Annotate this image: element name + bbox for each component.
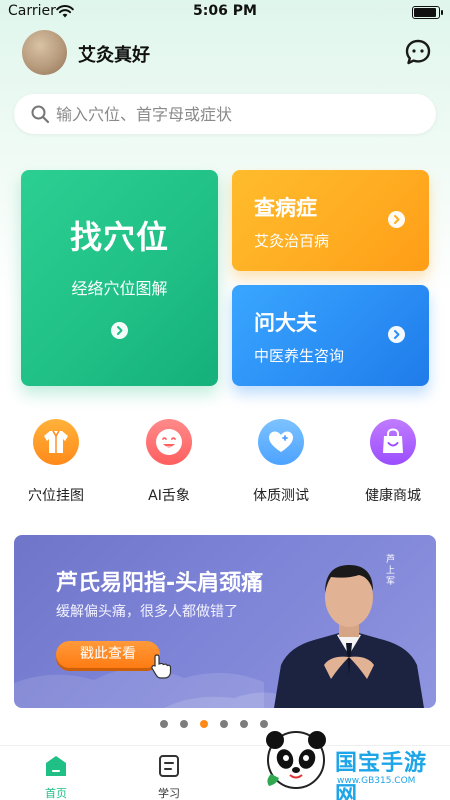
quick-action-health-mall[interactable]: 健康商城 — [348, 419, 438, 509]
quick-action-label: 体质测试 — [253, 488, 309, 504]
panda-logo — [266, 731, 326, 789]
search-bar[interactable] — [14, 94, 436, 134]
carousel-dot[interactable] — [180, 720, 188, 728]
shopping-bag-icon — [383, 428, 403, 453]
card-title: 找穴位 — [69, 218, 169, 256]
chevron-right-icon — [388, 211, 405, 228]
tab-label: 学习 — [158, 787, 180, 800]
carousel-dot[interactable] — [240, 720, 248, 728]
quick-action-label: 穴位挂图 — [28, 488, 84, 504]
quick-action-label: AI舌象 — [148, 488, 190, 504]
quick-action-acupoint-chart[interactable]: 穴位挂图 — [11, 419, 101, 509]
find-acupoint-card[interactable]: 找穴位 经络穴位图解 — [21, 170, 218, 386]
home-icon — [46, 756, 66, 776]
carousel-dot[interactable] — [160, 720, 168, 728]
chevron-right-icon — [111, 322, 128, 339]
learn-icon — [159, 755, 179, 777]
username[interactable]: 艾灸真好 — [78, 41, 150, 67]
promo-banner[interactable]: 芦氏易阳指-头肩颈痛 缓解偏头痛，很多人都做错了 戳此查看 芦上军 — [14, 535, 436, 708]
pointer-hand-icon — [151, 654, 172, 679]
banner-side-text: 芦上军 — [386, 555, 396, 587]
robe-icon — [44, 430, 68, 453]
ask-doctor-card[interactable]: 问大夫 中医养生咨询 — [232, 285, 429, 386]
chevron-right-icon — [388, 326, 405, 343]
carousel-dot-active[interactable] — [200, 720, 208, 728]
heart-icon — [269, 431, 293, 452]
card-subtitle: 经络穴位图解 — [71, 279, 168, 298]
banner-title: 芦氏易阳指-头肩颈痛 — [56, 571, 264, 596]
watermark-url: www.GB315.COM — [337, 776, 416, 786]
quick-action-constitution-test[interactable]: 体质测试 — [236, 419, 326, 509]
avatar[interactable] — [22, 30, 67, 75]
quick-action-label: 健康商城 — [365, 488, 421, 504]
tongue-face-icon — [156, 429, 182, 455]
profile-header: 艾灸真好 — [22, 30, 432, 76]
site-watermark: 国宝手游网 www.GB315.COM — [255, 720, 445, 800]
clock: 5:06 PM — [193, 3, 257, 19]
battery-icon — [412, 6, 443, 19]
search-icon — [31, 105, 50, 124]
presenter-photo — [274, 565, 424, 708]
banner-subtitle: 缓解偏头痛，很多人都做错了 — [56, 604, 238, 620]
tab-learn[interactable]: 学习 — [139, 752, 199, 800]
tab-home[interactable]: 首页 — [26, 752, 86, 800]
card-title: 问大夫 — [254, 311, 317, 335]
check-symptom-card[interactable]: 查病症 艾灸治百病 — [232, 170, 429, 271]
tab-label: 首页 — [45, 787, 67, 800]
search-input[interactable] — [56, 94, 426, 134]
card-title: 查病症 — [254, 196, 317, 220]
status-bar: Carrier 5:06 PM — [0, 0, 450, 24]
quick-action-ai-tongue[interactable]: AI舌象 — [124, 419, 214, 509]
view-now-button[interactable]: 戳此查看 — [56, 641, 160, 668]
card-subtitle: 艾灸治百病 — [254, 232, 330, 250]
card-subtitle: 中医养生咨询 — [254, 347, 345, 365]
carousel-dot[interactable] — [220, 720, 228, 728]
chat-bubble-icon[interactable] — [404, 38, 432, 66]
watermark-title: 国宝手游网 — [335, 751, 428, 800]
